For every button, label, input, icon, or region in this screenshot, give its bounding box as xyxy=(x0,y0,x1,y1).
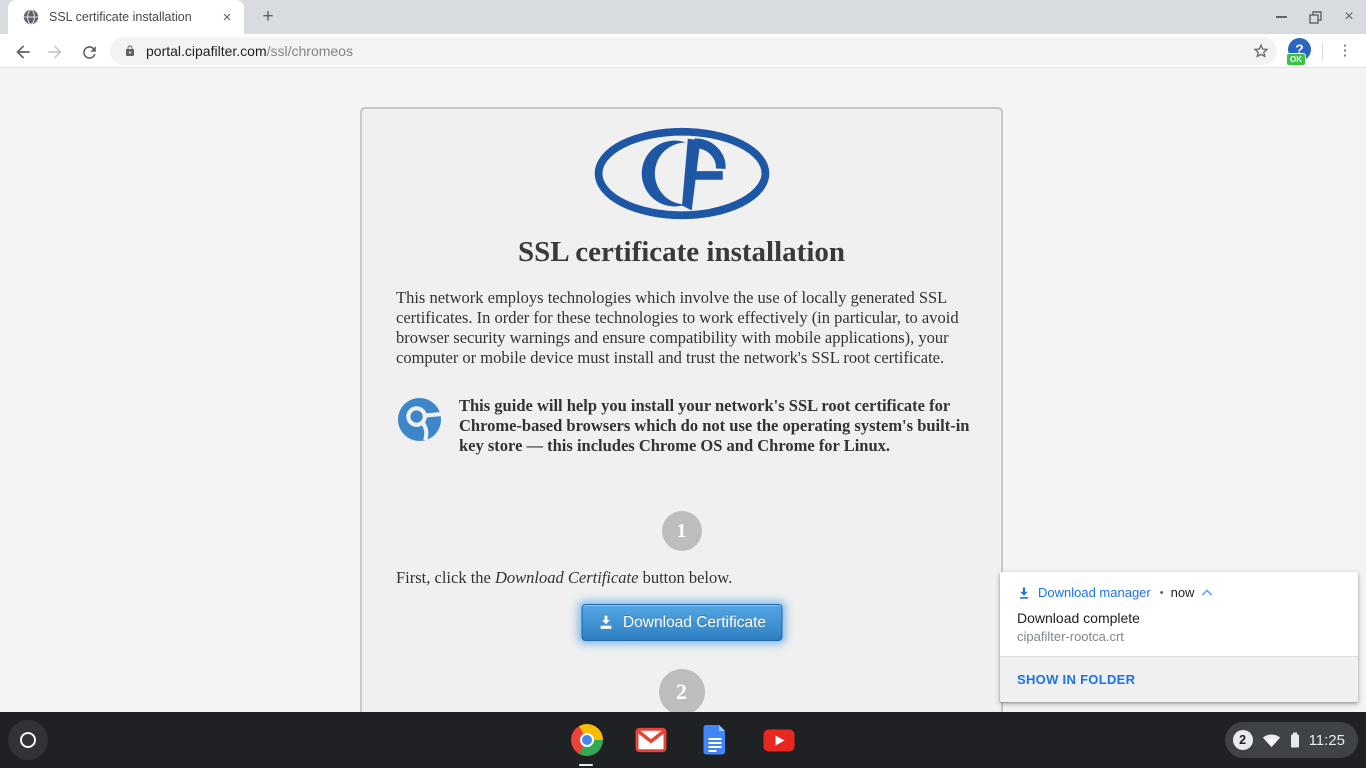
status-tray[interactable]: 2 11:25 xyxy=(1225,722,1358,758)
browser-toolbar: portal.cipafilter.com/ssl/chromeos ? OK … xyxy=(0,34,1366,68)
lock-icon xyxy=(124,44,136,58)
wifi-icon xyxy=(1262,733,1281,748)
profile-avatar[interactable]: ? OK xyxy=(1288,38,1311,61)
chrome-note: This guide will help you install your ne… xyxy=(396,396,974,456)
url-path: /ssl/chromeos xyxy=(267,43,353,59)
download-icon xyxy=(597,614,614,631)
toolbar-divider xyxy=(1322,42,1323,61)
shelf-apps xyxy=(571,724,795,756)
notification-source-link[interactable]: Download manager xyxy=(1038,585,1151,600)
avatar-ok-badge: OK xyxy=(1286,53,1306,66)
chrome-note-text: This guide will help you install your ne… xyxy=(459,396,974,456)
restore-icon xyxy=(1309,11,1322,24)
notification-footer: SHOW IN FOLDER xyxy=(1000,656,1358,702)
tab-title: SSL certificate installation xyxy=(49,10,218,24)
instruction-pre: First, click the xyxy=(396,568,495,587)
instruction-post: button below. xyxy=(638,568,732,587)
browser-tab[interactable]: SSL certificate installation × xyxy=(8,0,244,34)
launcher-ring-icon xyxy=(20,732,36,748)
tab-favicon-globe-icon xyxy=(23,9,39,25)
page-title: SSL certificate installation xyxy=(362,236,1001,269)
launcher-button[interactable] xyxy=(8,720,48,760)
window-close-button[interactable]: × xyxy=(1332,0,1366,34)
docs-app-icon[interactable] xyxy=(699,724,731,756)
notification-dot: • xyxy=(1160,587,1164,599)
minimize-icon xyxy=(1276,16,1287,18)
chromium-icon xyxy=(396,396,443,456)
download-button-label: Download Certificate xyxy=(623,614,766,632)
notification-count-badge: 2 xyxy=(1233,730,1253,750)
back-arrow-icon xyxy=(13,42,33,62)
forward-arrow-icon xyxy=(45,42,65,62)
download-manager-icon xyxy=(1017,586,1031,600)
close-icon: × xyxy=(1344,8,1353,26)
chromeos-shelf: 2 11:25 xyxy=(0,712,1366,768)
notification-title: Download complete xyxy=(1000,600,1358,626)
download-notification[interactable]: Download manager • now Download complete… xyxy=(1000,572,1358,702)
star-icon xyxy=(1252,42,1270,60)
chevron-up-icon[interactable] xyxy=(1201,588,1213,597)
forward-button[interactable] xyxy=(43,40,67,64)
youtube-app-icon[interactable] xyxy=(763,724,795,756)
cipafilter-logo-icon xyxy=(589,125,774,227)
notification-header: Download manager • now xyxy=(1000,572,1358,600)
url-host: portal.cipafilter.com xyxy=(146,43,267,59)
chrome-active-indicator xyxy=(579,764,593,767)
reload-button[interactable] xyxy=(77,40,101,64)
step-1-badge: 1 xyxy=(662,511,702,551)
intro-paragraph: This network employs technologies which … xyxy=(396,288,972,368)
address-bar[interactable]: portal.cipafilter.com/ssl/chromeos xyxy=(110,37,1277,65)
window-minimize-button[interactable] xyxy=(1264,0,1298,34)
bookmark-star-button[interactable] xyxy=(1250,40,1272,62)
back-button[interactable] xyxy=(11,40,35,64)
step-2-badge: 2 xyxy=(659,669,705,712)
reload-icon xyxy=(80,43,99,62)
content-card: SSL certificate installation This networ… xyxy=(360,107,1003,712)
battery-icon xyxy=(1290,732,1300,748)
tab-close-icon[interactable]: × xyxy=(218,8,236,26)
download-certificate-button[interactable]: Download Certificate xyxy=(581,604,782,641)
window-controls: × xyxy=(1264,0,1366,34)
window-restore-button[interactable] xyxy=(1298,0,1332,34)
browser-menu-button[interactable]: ⋮ xyxy=(1334,39,1356,63)
step-1-instruction: First, click the Download Certificate bu… xyxy=(396,568,732,588)
clock: 11:25 xyxy=(1309,732,1345,749)
notification-filename: cipafilter-rootca.crt xyxy=(1000,626,1358,644)
gmail-app-icon[interactable] xyxy=(635,724,667,756)
chrome-app-icon[interactable] xyxy=(571,724,603,756)
show-in-folder-button[interactable]: SHOW IN FOLDER xyxy=(1017,672,1135,687)
new-tab-button[interactable]: + xyxy=(256,5,280,29)
instruction-em: Download Certificate xyxy=(495,568,638,587)
tab-strip: SSL certificate installation × + × xyxy=(0,0,1366,34)
notification-time: now xyxy=(1171,585,1195,600)
